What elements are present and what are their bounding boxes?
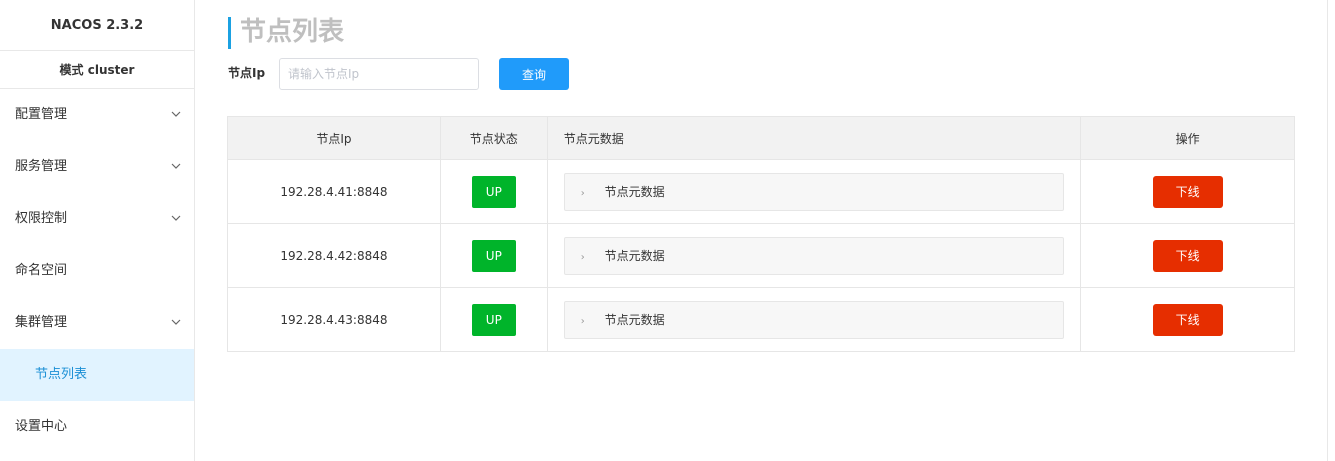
nav-item-label: 配置管理 [15,107,68,122]
action-cell: 下线 [1080,223,1295,288]
metadata-label: 节点元数据 [604,248,665,263]
offline-button[interactable]: 下线 [1152,175,1223,208]
search-button[interactable]: 查询 [499,58,569,90]
column-header-state: 节点状态 [439,116,548,160]
nav-item-config[interactable]: 配置管理 [0,89,194,141]
caret-right-icon: › [580,251,585,263]
metadata-cell: › 节点元数据 [546,159,1082,224]
table-header-row: 节点Ip 节点状态 节点元数据 操作 [227,116,1295,160]
page-scrollbar[interactable] [1327,0,1335,461]
nav-item-namespace[interactable]: 命名空间 [0,245,194,297]
metadata-label: 节点元数据 [604,312,665,327]
nav-item-label: 命名空间 [15,263,68,278]
chevron-down-icon [171,319,181,325]
offline-button[interactable]: 下线 [1152,303,1223,336]
metadata-label: 节点元数据 [604,184,665,199]
sidebar: NACOS 2.3.2 模式 cluster 配置管理 服务管理 权限控制 命名… [0,0,195,461]
nav-item-label: 集群管理 [15,315,68,330]
status-badge: UP [471,239,516,272]
metadata-cell: › 节点元数据 [546,287,1082,352]
nav-subitem-node-list[interactable]: 节点列表 [0,349,194,401]
status-badge: UP [471,303,516,336]
column-header-action: 操作 [1080,116,1295,160]
page-title-wrap: 节点列表 [228,17,344,49]
caret-right-icon: › [580,187,585,199]
table-row: 192.28.4.43:8848 UP › 节点元数据 下线 [227,287,1295,352]
brand-title: NACOS 2.3.2 [0,0,194,51]
chevron-down-icon [171,163,181,169]
node-ip: 192.28.4.41:8848 [227,159,441,224]
node-ip: 192.28.4.43:8848 [227,287,441,352]
action-cell: 下线 [1080,159,1295,224]
search-input[interactable] [279,58,479,90]
nav-item-cluster[interactable]: 集群管理 [0,297,194,349]
node-ip: 192.28.4.42:8848 [227,223,441,288]
chevron-down-icon [171,215,181,221]
metadata-collapse[interactable]: › 节点元数据 [563,172,1065,211]
nav-item-settings[interactable]: 设置中心 [0,401,194,453]
table-row: 192.28.4.41:8848 UP › 节点元数据 下线 [227,159,1295,224]
nav-item-label: 设置中心 [15,419,68,434]
chevron-down-icon [171,111,181,117]
metadata-cell: › 节点元数据 [546,223,1082,288]
table-row: 192.28.4.42:8848 UP › 节点元数据 下线 [227,223,1295,288]
nav-item-service[interactable]: 服务管理 [0,141,194,193]
caret-right-icon: › [580,315,585,327]
search-label: 节点Ip [228,66,266,80]
column-header-ip: 节点Ip [227,116,441,160]
nav-item-label: 服务管理 [15,159,68,174]
node-table: 节点Ip 节点状态 节点元数据 操作 192.28.4.41:8848 UP ›… [227,116,1295,352]
column-header-metadata: 节点元数据 [546,116,1082,160]
action-cell: 下线 [1080,287,1295,352]
state-cell: UP [439,159,548,224]
nav-item-label: 权限控制 [15,211,68,226]
status-badge: UP [471,175,516,208]
metadata-collapse[interactable]: › 节点元数据 [563,300,1065,339]
nav-item-auth[interactable]: 权限控制 [0,193,194,245]
metadata-collapse[interactable]: › 节点元数据 [563,236,1065,275]
offline-button[interactable]: 下线 [1152,239,1223,272]
state-cell: UP [439,223,548,288]
state-cell: UP [439,287,548,352]
page-title: 节点列表 [240,17,345,47]
mode-label: 模式 cluster [0,51,194,89]
